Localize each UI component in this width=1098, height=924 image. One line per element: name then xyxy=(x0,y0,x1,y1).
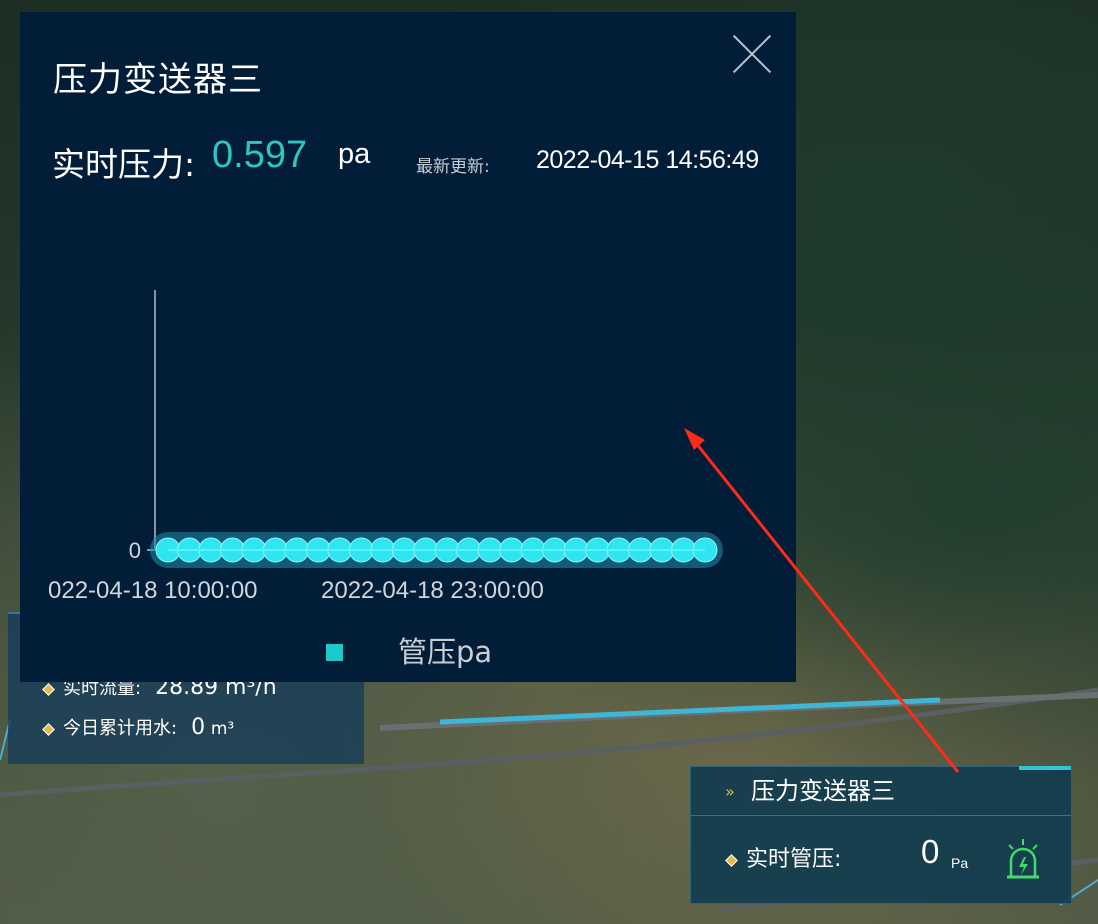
device-detail-popup: 压力变送器三 实时压力: 0.597 pa 最新更新: 2022-04-15 1… xyxy=(20,12,796,682)
diamond-bullet-icon xyxy=(42,722,55,736)
x-tick-label: 2022-04-18 23:00:00 xyxy=(321,577,544,604)
pressure-value: 0 xyxy=(921,833,940,870)
diamond-bullet-icon xyxy=(42,682,55,696)
pipeline-upper xyxy=(379,692,1098,731)
pressure-label: 实时管压: xyxy=(746,847,842,872)
diamond-bullet-icon xyxy=(725,853,738,867)
card-divider xyxy=(691,815,1071,816)
daily-water-unit: m³ xyxy=(210,719,235,739)
pressure-row: 实时管压: xyxy=(725,841,842,873)
pressure-unit: Pa xyxy=(951,855,969,871)
y-tick-label: 0 xyxy=(129,538,141,563)
daily-water-label: 今日累计用水: xyxy=(63,718,178,739)
legend-label[interactable]: 管压pa xyxy=(398,629,492,671)
legend-swatch[interactable] xyxy=(326,644,343,661)
device-tag-card[interactable]: » 压力变送器三 实时管压: 0 Pa xyxy=(690,766,1072,904)
device-tag-title: 压力变送器三 xyxy=(751,777,895,805)
card-accent-bar xyxy=(1019,766,1071,770)
pressure-chart: 0 022-04-18 10:00:00 2022-04-18 23:00:00 xyxy=(48,290,723,604)
daily-water-row: 今日累计用水: 0 m³ xyxy=(42,714,235,740)
alarm-light-icon[interactable] xyxy=(1003,837,1043,881)
pipeline-highlight xyxy=(439,697,941,725)
daily-water-value: 0 xyxy=(191,715,206,740)
chevron-right-icon: » xyxy=(725,782,735,801)
x-tick-label: 022-04-18 10:00:00 xyxy=(48,577,258,604)
